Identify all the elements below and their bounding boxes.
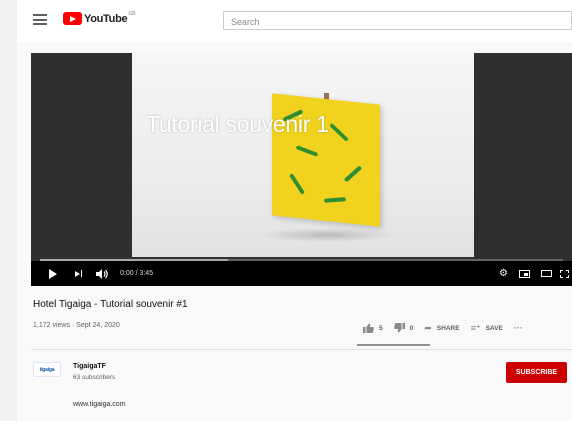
more-button[interactable]: ··· — [514, 323, 523, 333]
logo-text: YouTube — [84, 12, 128, 25]
video-frame[interactable]: Tutorial souvenir 1 — [132, 53, 474, 257]
theater-mode-icon — [541, 270, 552, 277]
divider — [31, 349, 572, 350]
theater-mode-button[interactable] — [541, 261, 552, 286]
like-button[interactable]: 5 — [363, 323, 383, 333]
search-input[interactable] — [224, 13, 571, 31]
video-actions: 5 0 ➦ SHARE ≡⁺ SAVE ··· — [363, 321, 523, 335]
more-icon: ··· — [513, 323, 523, 333]
dislike-button[interactable]: 0 — [393, 323, 414, 333]
play-button[interactable] — [49, 261, 57, 286]
video-meta: 1,172 views · Sept 24, 2020 — [33, 322, 120, 329]
sentiment-bar — [357, 344, 430, 346]
volume-icon — [96, 268, 108, 279]
leaf-pattern — [343, 165, 363, 183]
next-icon — [75, 270, 82, 277]
settings-gear-icon: ⚙ — [499, 268, 508, 279]
next-button[interactable] — [75, 261, 82, 286]
video-caption-title: Tutorial souvenir 1 — [146, 111, 329, 137]
dislike-icon — [393, 323, 405, 333]
menu-icon[interactable] — [33, 14, 47, 25]
shadow — [257, 228, 397, 242]
fullscreen-button[interactable] — [560, 261, 569, 286]
play-icon — [49, 268, 57, 279]
video-player[interactable]: Tutorial souvenir 1 0:00 / 3:45 ⚙ — [31, 53, 572, 286]
video-title: Hotel Tigaiga - Tutorial souvenir #1 — [33, 299, 188, 310]
leaf-pattern — [289, 173, 305, 195]
like-icon — [363, 323, 374, 333]
like-count: 5 — [379, 324, 383, 332]
top-bar: YouTube GB — [17, 0, 572, 42]
leaf-pattern — [295, 145, 319, 157]
share-icon: ➦ — [424, 322, 432, 333]
volume-button[interactable] — [96, 261, 108, 286]
youtube-logo[interactable]: YouTube GB — [63, 10, 136, 25]
page: YouTube GB Tutor — [0, 0, 572, 421]
miniplayer-button[interactable] — [519, 261, 530, 286]
search-box[interactable] — [223, 11, 572, 31]
watch-page: YouTube GB Tutor — [17, 0, 572, 421]
player-controls: 0:00 / 3:45 ⚙ — [31, 261, 572, 286]
time-display: 0:00 / 3:45 — [120, 270, 154, 277]
save-button[interactable]: ≡⁺ SAVE — [471, 323, 503, 334]
fullscreen-icon — [560, 269, 569, 278]
leaf-pattern — [323, 197, 347, 203]
subscribe-button[interactable]: SUBSCRIBE — [506, 362, 567, 383]
share-button[interactable]: ➦ SHARE — [424, 323, 459, 334]
video-description: www.tigaiga.com — [73, 401, 126, 408]
logo-region: GB — [128, 10, 136, 17]
dislike-count: 0 — [409, 324, 414, 332]
save-icon: ≡⁺ — [470, 322, 481, 333]
save-label: SAVE — [485, 324, 503, 332]
youtube-logo-icon — [63, 12, 82, 25]
channel-avatar[interactable]: tigaiga — [33, 362, 61, 377]
miniplayer-icon — [519, 269, 530, 278]
channel-name[interactable]: TigaigaTF — [73, 363, 106, 370]
share-label: SHARE — [436, 324, 460, 332]
sentiment-fill — [357, 344, 430, 346]
subscriber-count: 63 subscribers — [73, 374, 116, 381]
settings-button[interactable]: ⚙ — [499, 261, 508, 286]
